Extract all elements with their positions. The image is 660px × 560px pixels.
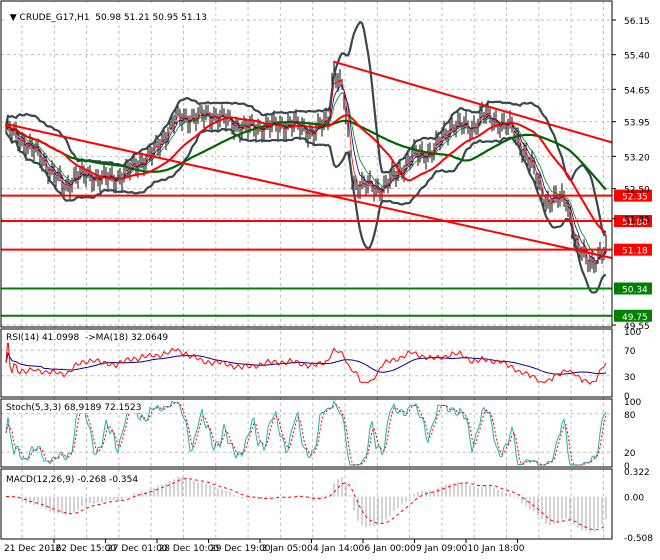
- macd-tick-label: 0.322: [624, 468, 650, 478]
- main-panel[interactable]: [1, 20, 613, 317]
- rsi-tick-label: 30: [624, 373, 636, 383]
- time-tick-label: 21 Dec 2016: [4, 544, 62, 554]
- price-tick-label: 54.65: [624, 86, 650, 96]
- rsi-line: [5, 337, 607, 385]
- stoch-tick-label: 80: [624, 411, 636, 421]
- panel-frame: [0, 0, 613, 328]
- rsi-ma-line: [5, 351, 607, 375]
- level-label: 50.34: [622, 285, 648, 295]
- price-tick-label: 56.15: [624, 17, 650, 27]
- price-tick-label: 53.20: [624, 153, 650, 163]
- grid: [1, 1, 612, 539]
- collapse-triangle-icon[interactable]: ▼: [10, 13, 20, 23]
- price-tick-label: 55.40: [624, 52, 650, 62]
- macd-tick-label: -0.508: [624, 534, 653, 544]
- rsi-tick-label: 100: [624, 328, 641, 338]
- macd-tick-label: 0.00: [624, 494, 644, 504]
- axes: 52.3551.8051.1850.3449.7556.1555.4054.65…: [0, 0, 653, 554]
- trendline: [332, 60, 613, 144]
- time-tick-label: 9 Jan 09:00: [416, 544, 468, 554]
- price-tick-label: 53.95: [624, 119, 650, 129]
- bollinger-lower: [5, 127, 607, 294]
- stoch-tick-label: 20: [624, 449, 636, 459]
- chart-header: ▼ CRUDE_G17,H1 50.98 51.21 50.95 51.13: [4, 3, 207, 23]
- time-tick-label: 10 Jan 18:00: [468, 544, 525, 554]
- time-tick-label: 3 Jan 05:00: [262, 544, 314, 554]
- rsi-panel[interactable]: [1, 337, 612, 385]
- symbol-label: CRUDE_G17,H1: [19, 13, 90, 23]
- stoch-tick-label: 100: [624, 398, 641, 408]
- price-tick-label: 51.85: [624, 216, 650, 226]
- stoch-label: Stoch(5,3,3) 68,9189 72.1523: [6, 403, 142, 413]
- macd-signal-line: [5, 478, 607, 531]
- level-label: 51.18: [622, 247, 648, 257]
- time-tick-label: 6 Jan 00:00: [365, 544, 417, 554]
- ohlc-values: 50.98 51.21 50.95 51.13: [95, 13, 207, 23]
- price-tick-label: 52.50: [624, 186, 650, 196]
- rsi-tick-label: 70: [624, 347, 636, 357]
- macd-label: MACD(12,26,9) -0.268 -0.354: [6, 475, 139, 485]
- rsi-label: RSI(14) 41.0998 ->MA(18) 32.0649: [6, 333, 169, 343]
- time-tick-label: 4 Jan 14:00: [313, 544, 365, 554]
